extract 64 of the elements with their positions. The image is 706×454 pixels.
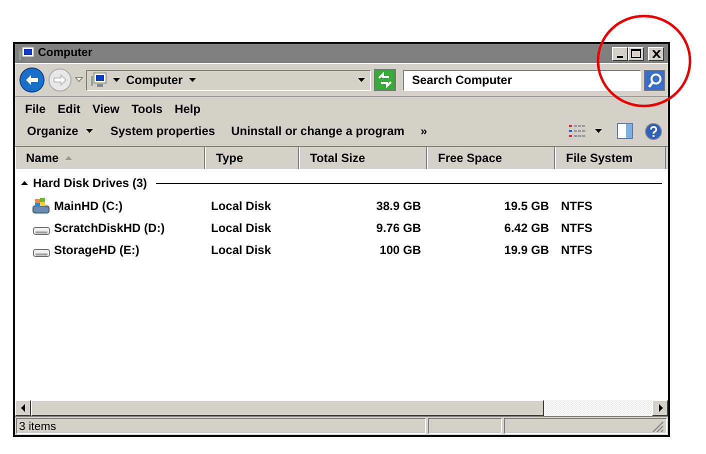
column-header[interactable]: Total Size: [299, 147, 427, 169]
caret-icon: [188, 78, 196, 82]
menu-item[interactable]: Edit: [52, 100, 86, 118]
more-button[interactable]: »: [412, 120, 436, 142]
column-header[interactable]: Type: [205, 147, 299, 169]
resize-grip-icon[interactable]: [652, 421, 664, 433]
window-title: Computer: [38, 46, 94, 61]
table-cell-text: 9.76 GB: [375, 220, 422, 237]
table-cell-text: Local Disk: [210, 220, 272, 237]
search-field[interactable]: Search Computer: [403, 70, 641, 90]
computer-icon: [91, 72, 107, 88]
left-arrow-icon: [20, 404, 26, 412]
group-header[interactable]: Hard Disk Drives (3): [33, 174, 148, 192]
collapse-arrow-icon[interactable]: [21, 181, 28, 185]
menu-item[interactable]: Help: [168, 100, 207, 118]
search-button[interactable]: [644, 70, 665, 90]
status-text: 3 items: [16, 418, 426, 434]
scrollbar-thumb[interactable]: [31, 400, 544, 416]
table-cell-text: 38.9 GB: [375, 198, 422, 215]
preview-pane-icon[interactable]: [617, 123, 633, 139]
table-cell-text: 19.9 GB: [503, 242, 550, 259]
drive-icon: [32, 197, 50, 215]
dropdown-arrow-icon[interactable]: [358, 78, 366, 82]
back-button[interactable]: [19, 67, 45, 93]
drive-name[interactable]: StorageHD (E:): [54, 241, 140, 259]
drive-name[interactable]: MainHD (C:): [54, 197, 123, 215]
minimize-icon: [617, 56, 623, 58]
right-arrow-icon: [658, 404, 662, 412]
table-cell-text: 100 GB: [378, 242, 422, 259]
close-icon: [652, 50, 660, 58]
organize-button[interactable]: Organize: [19, 120, 102, 142]
scroll-right-button[interactable]: [652, 400, 668, 416]
minimize-button[interactable]: [612, 46, 628, 60]
drive-icon: [33, 248, 50, 256]
caret-icon: [86, 128, 94, 134]
column-header[interactable]: File System: [555, 147, 666, 169]
menu-item[interactable]: File: [19, 100, 52, 118]
drive-name[interactable]: ScratchDiskHD (D:): [54, 219, 165, 237]
help-icon[interactable]: [645, 122, 662, 140]
menu-item[interactable]: Tools: [125, 100, 169, 118]
view-list-icon[interactable]: [569, 124, 585, 138]
table-cell-text: Local Disk: [210, 242, 272, 259]
menu-item[interactable]: View: [86, 100, 126, 118]
table-cell-text: NTFS: [560, 242, 594, 259]
maximize-button[interactable]: [628, 46, 644, 60]
caret-icon[interactable]: [595, 128, 603, 134]
maximize-icon: [631, 49, 641, 58]
sort-arrow-icon: [64, 156, 72, 160]
refresh-button[interactable]: [374, 69, 396, 91]
address-text: Computer: [126, 72, 183, 89]
table-cell-text: 19.5 GB: [503, 198, 550, 215]
drive-icon: [33, 226, 50, 234]
table-cell-text: Local Disk: [210, 198, 272, 215]
column-header[interactable]: Free Space: [427, 147, 555, 169]
scroll-left-button[interactable]: [15, 400, 31, 416]
table-cell-text: 6.42 GB: [503, 220, 550, 237]
table-cell-text: NTFS: [560, 198, 594, 215]
column-header[interactable]: Name: [15, 147, 205, 169]
address-bar[interactable]: Computer: [86, 70, 371, 90]
toolbar-button[interactable]: System properties: [102, 120, 224, 142]
caret-icon: [113, 78, 120, 82]
close-button[interactable]: [648, 46, 664, 60]
toolbar-button[interactable]: Uninstall or change a program: [223, 120, 412, 142]
table-cell-text: NTFS: [560, 220, 594, 237]
